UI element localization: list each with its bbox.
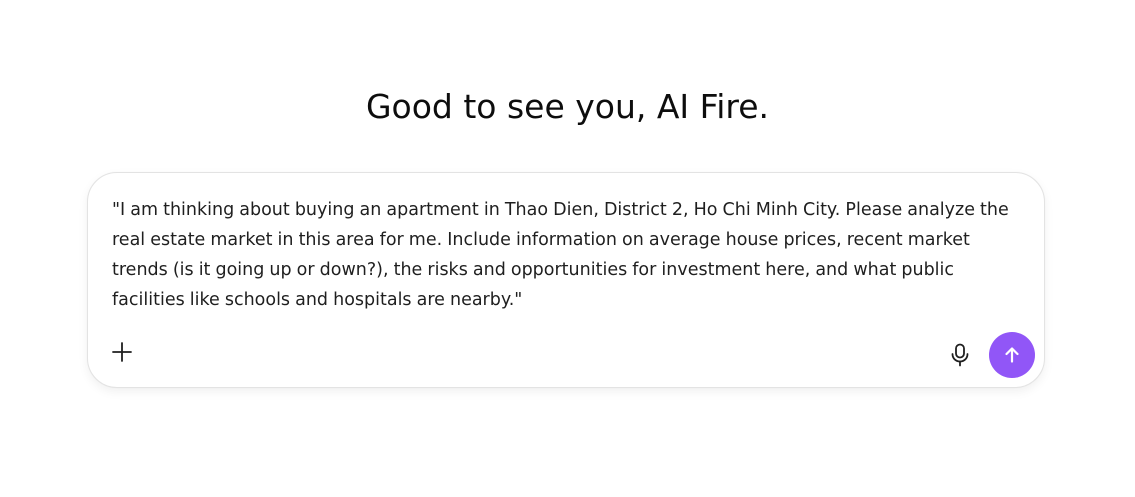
prompt-input[interactable]: "I am thinking about buying an apartment… [112, 195, 1027, 315]
prompt-composer[interactable]: "I am thinking about buying an apartment… [87, 172, 1045, 388]
voice-input-button[interactable] [947, 342, 973, 368]
send-button[interactable] [989, 332, 1035, 378]
plus-icon [112, 342, 132, 362]
attach-button[interactable] [109, 339, 135, 365]
microphone-icon [951, 343, 969, 367]
arrow-up-icon [1005, 347, 1019, 363]
greeting-heading: Good to see you, AI Fire. [365, 87, 770, 126]
chat-home-page: Good to see you, AI Fire. "I am thinking… [0, 0, 1135, 497]
